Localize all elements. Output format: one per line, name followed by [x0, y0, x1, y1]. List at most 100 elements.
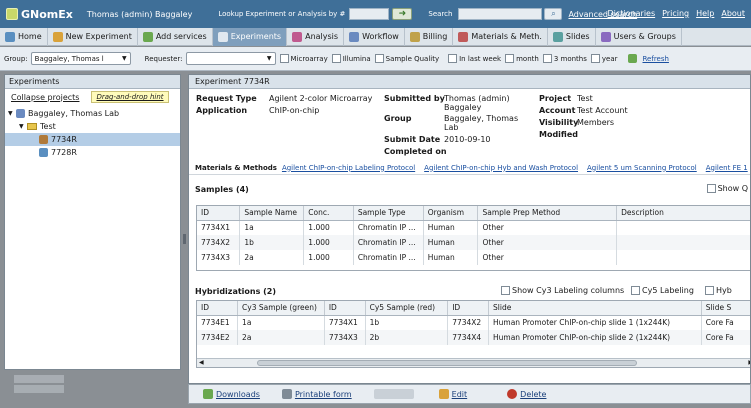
main-nav: Home New Experiment Add services Experim…: [0, 27, 751, 46]
group-label: Group:: [4, 54, 28, 63]
application-value: ChIP-on-chip: [269, 106, 320, 115]
table-row[interactable]: 7734E1 1a 7734X1 1b 7734X2 Human Promoter ChI…: [197, 315, 750, 330]
column-header[interactable]: Slide: [488, 301, 702, 316]
nav-billing[interactable]: Billing: [405, 27, 454, 46]
group-select[interactable]: Baggaley, Thomas l ▼: [30, 52, 131, 65]
column-header[interactable]: Description: [616, 206, 750, 221]
column-header[interactable]: Cy5 Sample (red): [365, 301, 449, 316]
nav-slides[interactable]: Slides: [548, 27, 596, 46]
scroll-left-icon[interactable]: ◀: [199, 359, 204, 366]
app-logo: GNomEx: [6, 8, 73, 21]
collapse-projects-link[interactable]: Collapse projects: [11, 93, 79, 102]
column-header[interactable]: ID: [197, 206, 241, 221]
table-row[interactable]: 7734E2 2a 7734X3 2b 7734X4 Human Promoter ChI…: [197, 330, 750, 345]
drag-drop-hint[interactable]: Drag-and-drop hint: [91, 91, 169, 103]
table-row[interactable]: 7734X3 2a 1.000 Chromatin IP ... Human Other: [197, 250, 750, 265]
column-header[interactable]: Sample Type: [353, 206, 424, 221]
show-quality-checkbox[interactable]: [706, 184, 716, 193]
modified-label: Modified: [539, 130, 579, 139]
table-row[interactable]: 7734X2 1b 1.000 Chromatin IP ... Human Other: [197, 235, 750, 250]
scroll-thumb[interactable]: [257, 360, 637, 366]
month-filter[interactable]: month: [505, 54, 539, 63]
about-link[interactable]: About: [721, 9, 745, 18]
materials-methods-label: Materials & Methods: [195, 163, 277, 172]
refresh-button[interactable]: Refresh: [627, 54, 669, 63]
illumina-checkbox[interactable]: [331, 54, 341, 63]
nav-users-groups[interactable]: Users & Groups: [596, 27, 682, 46]
table-row[interactable]: 7734X1 1a 1.000 Chromatin IP ... Human Other: [197, 220, 750, 235]
nav-home[interactable]: Home: [0, 27, 48, 46]
tree-node-lab[interactable]: ▼ Baggaley, Thomas Lab: [5, 107, 180, 120]
workflow-icon: [349, 31, 360, 42]
edit-button[interactable]: Edit: [438, 389, 467, 399]
tree-node-experiment[interactable]: 7734R: [5, 133, 180, 146]
column-header[interactable]: ID: [324, 301, 366, 316]
column-header[interactable]: Sample Prep Method: [477, 206, 618, 221]
dictionaries-link[interactable]: Dictionaries: [608, 9, 656, 18]
illumina-filter[interactable]: Illumina: [331, 54, 371, 63]
column-header[interactable]: Cy3 Sample (green): [237, 301, 325, 316]
column-header[interactable]: Sample Name: [239, 206, 305, 221]
column-header[interactable]: ID: [447, 301, 490, 316]
microarray-filter[interactable]: Microarray: [279, 54, 328, 63]
column-header[interactable]: ID: [197, 301, 239, 316]
lookup-input[interactable]: [349, 8, 390, 20]
delete-button[interactable]: Delete: [507, 389, 546, 399]
year-filter[interactable]: year: [590, 54, 618, 63]
help-link[interactable]: Help: [696, 9, 714, 18]
nav-add-services[interactable]: Add services: [138, 27, 213, 46]
sample-quality-checkbox[interactable]: [374, 54, 384, 63]
cy5-labeling-toggle[interactable]: Cy5 Labeling: [631, 286, 694, 295]
delete-icon: [507, 389, 518, 399]
microarray-checkbox[interactable]: [279, 54, 289, 63]
submitted-by-label: Submitted by: [384, 94, 445, 103]
cy3-checkbox[interactable]: [501, 286, 510, 295]
expand-icon[interactable]: ▼: [8, 110, 16, 117]
printable-form-button[interactable]: Printable form: [281, 389, 352, 399]
show-quality-toggle[interactable]: Show Q: [706, 184, 748, 193]
lookup-go-button[interactable]: ➜: [392, 8, 413, 20]
disabled-action: [14, 385, 64, 393]
tree-node-project[interactable]: ▼ Test: [5, 120, 180, 133]
protocol-link[interactable]: Agilent ChIP-on-chip Hyb and Wash Protoc…: [424, 164, 578, 172]
splitter-grip-icon[interactable]: [183, 234, 186, 244]
disabled-action: [14, 375, 64, 383]
experiment-info: Request Type Agilent 2-color Microarray …: [189, 89, 750, 161]
cy3-labeling-toggle[interactable]: Show Cy3 Labeling columns: [501, 286, 624, 295]
nav-new-experiment[interactable]: New Experiment: [48, 27, 138, 46]
three-months-checkbox[interactable]: [542, 54, 552, 63]
panel-splitter[interactable]: [182, 74, 187, 374]
search-icon[interactable]: ⌕: [544, 8, 563, 20]
protocol-link[interactable]: Agilent 5 um Scanning Protocol: [587, 164, 697, 172]
nav-workflow[interactable]: Workflow: [344, 27, 405, 46]
column-header[interactable]: Conc.: [303, 206, 354, 221]
nav-analysis[interactable]: Analysis: [287, 27, 345, 46]
year-checkbox[interactable]: [590, 54, 600, 63]
last-week-filter[interactable]: In last week: [448, 54, 501, 63]
edit-icon: [438, 389, 449, 399]
three-months-filter[interactable]: 3 months: [542, 54, 587, 63]
protocol-link[interactable]: Agilent FE 1: [706, 164, 748, 172]
horizontal-scrollbar[interactable]: ◀ ▶: [197, 358, 750, 367]
expand-icon[interactable]: ▼: [19, 123, 27, 130]
experiment-title: Experiment 7734R: [189, 75, 750, 89]
month-checkbox[interactable]: [505, 54, 515, 63]
column-header[interactable]: Organism: [423, 206, 479, 221]
hyb-toggle[interactable]: Hyb: [705, 286, 732, 295]
pricing-link[interactable]: Pricing: [662, 9, 689, 18]
nav-materials[interactable]: Materials & Meth.: [453, 27, 548, 46]
requester-label: Requester:: [144, 54, 183, 63]
action-bar: Downloads Printable form Edit Delete: [188, 384, 751, 404]
downloads-button[interactable]: Downloads: [203, 389, 260, 399]
sample-quality-filter[interactable]: Sample Quality: [374, 54, 439, 63]
add-services-icon: [142, 31, 153, 42]
column-header[interactable]: Slide S: [701, 301, 750, 316]
last-week-checkbox[interactable]: [448, 54, 458, 63]
nav-experiments[interactable]: Experiments: [212, 27, 288, 46]
tree-node-experiment[interactable]: 7728R: [5, 146, 180, 159]
search-input[interactable]: [458, 8, 543, 20]
hyb-checkbox[interactable]: [705, 286, 714, 295]
cy5-checkbox[interactable]: [631, 286, 640, 295]
protocol-link[interactable]: Agilent ChIP-on-chip Labeling Protocol: [282, 164, 415, 172]
requester-select[interactable]: ▼: [185, 52, 276, 65]
